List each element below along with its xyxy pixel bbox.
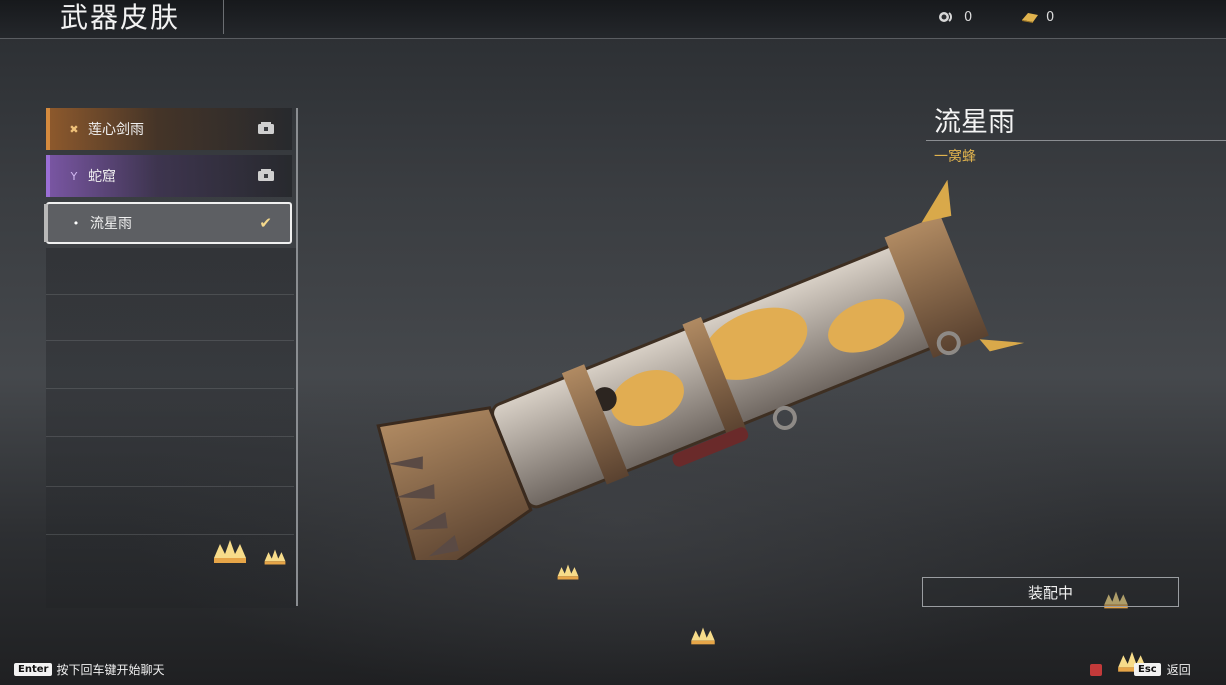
gold-value: 0 (1046, 9, 1055, 25)
rarity-white-icon: • (72, 216, 80, 230)
currency-coin: 0 (938, 9, 972, 25)
skin-list-background (46, 248, 296, 608)
list-divider (46, 340, 294, 341)
skin-name: 蛇窟 (88, 169, 116, 185)
enter-key[interactable]: Enter (14, 663, 53, 676)
title-divider (223, 0, 224, 34)
rarity-orange-icon: ✖ (69, 122, 79, 136)
list-divider (46, 388, 294, 389)
weapon-name: 一窝蜂 (934, 149, 976, 165)
skin-item-shekou[interactable]: Y 蛇窟 (46, 155, 292, 197)
skin-name: 流星雨 (90, 216, 132, 232)
rarity-bar (44, 204, 48, 242)
skin-detail-title: 流星雨 (934, 107, 1015, 138)
rarity-purple-icon: Y (70, 169, 78, 183)
checkmark-icon: ✔ (259, 214, 272, 232)
skin-list: ✖ 莲心剑雨 Y 蛇窟 • 流星雨 ✔ (44, 108, 292, 249)
gold-ingot-icon (1022, 13, 1038, 23)
skin-item-lianxin[interactable]: ✖ 莲心剑雨 (46, 108, 292, 150)
list-divider (46, 534, 294, 535)
back-hint-text: 返回 (1166, 663, 1191, 677)
list-divider (46, 436, 294, 437)
lotus-lantern-icon (557, 564, 579, 580)
currency-gold: 0 (1020, 9, 1054, 25)
lock-chest-icon (258, 169, 274, 181)
title-underline (926, 140, 1226, 141)
list-divider (46, 294, 294, 295)
rarity-bar (46, 108, 50, 150)
list-divider (46, 486, 294, 487)
coin-icon (939, 12, 952, 22)
alert-icon (1090, 663, 1102, 676)
list-scrollbar[interactable] (296, 108, 298, 606)
weapon-model (376, 180, 1025, 560)
chat-hint-text: 按下回车键开始聊天 (56, 663, 165, 677)
lotus-lantern-icon (264, 549, 286, 565)
page-title: 武器皮肤 (60, 1, 181, 34)
chat-hint[interactable]: Enter 按下回车键开始聊天 (14, 661, 164, 678)
lotus-lantern-icon (214, 540, 246, 563)
top-bar: 武器皮肤 0 0 (0, 0, 1226, 39)
lotus-lantern-icon (691, 627, 715, 645)
lock-chest-icon (258, 122, 274, 134)
coin-value: 0 (964, 9, 973, 25)
rarity-bar (46, 155, 50, 197)
skin-item-liuxingyu[interactable]: • 流星雨 ✔ (44, 202, 292, 244)
esc-key[interactable]: Esc (1134, 663, 1161, 676)
back-hint[interactable]: Esc 返回 (1090, 661, 1191, 678)
equip-button[interactable]: 装配中 (922, 577, 1179, 607)
skin-name: 莲心剑雨 (88, 122, 144, 138)
